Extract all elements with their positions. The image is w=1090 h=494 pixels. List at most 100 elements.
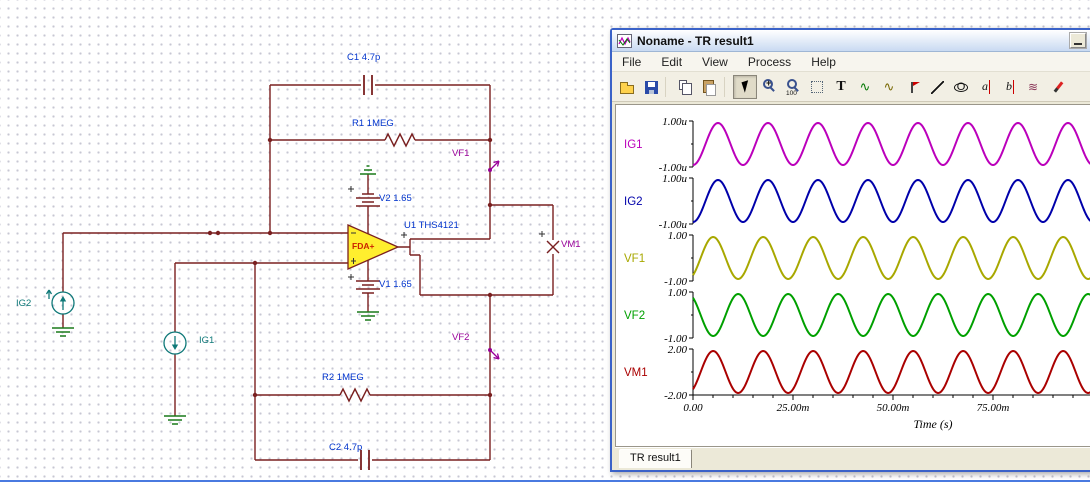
signal-label-VF1[interactable]: VF1	[624, 253, 645, 265]
marker-button[interactable]	[901, 75, 925, 99]
signal-label-IG1[interactable]: IG1	[624, 139, 643, 151]
label-ig2[interactable]: IG2	[16, 299, 31, 309]
menu-view[interactable]: View	[692, 53, 738, 71]
cursor-a-glyph: a	[982, 79, 988, 93]
window-icon	[617, 33, 632, 48]
label-v2[interactable]: V2 1.65	[379, 194, 412, 204]
tabbar: TR result1	[615, 447, 1090, 470]
trace-VM1[interactable]	[692, 350, 1090, 394]
label-u1[interactable]: U1 THS4121	[404, 221, 459, 231]
current-source-ig1[interactable]	[163, 331, 187, 355]
menubar: File Edit View Process Help	[612, 52, 1090, 72]
label-r2[interactable]: R2 1MEG	[322, 373, 364, 383]
line-tool-button[interactable]	[925, 75, 949, 99]
plot-panel: 1.00u -1.00u IG1 1.00u -1.00u IG2 1.00 -1.00 VF1…	[615, 104, 1090, 447]
ellipse-tool-icon	[954, 82, 968, 92]
tab-label: TR result1	[630, 452, 681, 464]
label-r1[interactable]: R1 1MEG	[352, 119, 394, 129]
label-vf1[interactable]: VF1	[452, 149, 469, 159]
waveform-plot: 1.00u-1.00uIG11.00u-1.00uIG21.00-1.00VF1…	[624, 116, 1090, 431]
trace-VF2[interactable]	[692, 293, 1090, 337]
select-cursor-button[interactable]	[733, 74, 757, 99]
signal-label-VF2[interactable]: VF2	[624, 310, 645, 322]
select-cursor-icon	[741, 79, 752, 93]
label-c2[interactable]: C2 4.7p	[329, 443, 362, 453]
circuit-drawing	[45, 75, 560, 470]
cursor-b-glyph: b	[1006, 79, 1012, 93]
zoom-in-button[interactable]: +	[757, 75, 781, 99]
pen-icon	[1053, 80, 1064, 93]
marker-icon	[911, 81, 920, 93]
ytick-top-VM1: 2.00	[668, 344, 688, 356]
minimize-button[interactable]	[1070, 33, 1086, 48]
menu-edit[interactable]: Edit	[651, 53, 692, 71]
label-fda[interactable]: FDA+	[352, 242, 374, 251]
label-ig1[interactable]: IG1	[199, 336, 214, 346]
open-button[interactable]	[615, 75, 639, 99]
minimize-icon	[1074, 43, 1082, 45]
ytick-bottom-VM1: -2.00	[664, 390, 687, 402]
cursor-a-button[interactable]: a	[973, 75, 997, 99]
trace-IG1[interactable]	[692, 122, 1090, 166]
text-tool-glyph: T	[836, 78, 846, 94]
window-title: Noname - TR result1	[637, 33, 754, 48]
copy-icon	[679, 79, 692, 95]
save-icon	[645, 80, 658, 94]
ytick-top-VF1: 1.00	[668, 230, 688, 242]
zoom-100-button[interactable]: 100	[781, 75, 805, 99]
label-v1[interactable]: V1 1.65	[379, 280, 412, 290]
line-tool-icon	[931, 80, 944, 94]
ytick-top-IG2: 1.00u	[662, 173, 687, 185]
xtick-75.00m: 75.00m	[977, 402, 1010, 414]
cursor-b-button[interactable]: b	[997, 75, 1021, 99]
cursor-a-icon	[989, 79, 990, 94]
save-button[interactable]	[639, 75, 663, 99]
signal-label-VM1[interactable]: VM1	[624, 367, 648, 379]
battery-v2[interactable]	[356, 193, 380, 207]
current-source-ig2[interactable]	[45, 289, 75, 315]
label-vm1[interactable]: VM1	[561, 240, 581, 250]
interval-button[interactable]	[805, 75, 829, 99]
trace-VF1[interactable]	[692, 236, 1090, 280]
x-axis-label: Time (s)	[914, 417, 953, 431]
xtick-50.00m: 50.00m	[877, 402, 910, 414]
capacitor-plates[interactable]	[360, 75, 373, 470]
result-window: Noname - TR result1 File Edit View Process H…	[610, 28, 1090, 472]
paste-icon	[703, 79, 716, 96]
text-tool-button[interactable]: T	[829, 75, 853, 99]
toolbar-separator	[665, 76, 672, 97]
open-icon	[620, 81, 634, 94]
menu-process[interactable]: Process	[738, 53, 801, 71]
annotate-button[interactable]: ≋	[1021, 75, 1045, 99]
paste-button[interactable]	[698, 75, 722, 99]
ytick-top-IG1: 1.00u	[662, 116, 687, 128]
tab-tr-result1[interactable]: TR result1	[619, 449, 692, 468]
xtick-0.00: 0.00	[683, 402, 703, 414]
signal-edit-glyph: ∿	[859, 78, 871, 94]
annotate-glyph: ≋	[1027, 79, 1039, 94]
toolbar-separator	[724, 76, 731, 97]
ground-symbols[interactable]	[52, 165, 379, 425]
wires[interactable]	[62, 84, 554, 461]
ytick-top-VF2: 1.00	[668, 287, 688, 299]
cursor-b-icon	[1013, 79, 1014, 94]
titlebar[interactable]: Noname - TR result1	[612, 30, 1090, 52]
interval-icon	[811, 80, 823, 93]
signal-edit-button[interactable]: ∿	[853, 75, 877, 99]
battery-v1[interactable]	[356, 280, 380, 294]
pen-button[interactable]	[1045, 75, 1069, 99]
xtick-25.00m: 25.00m	[777, 402, 810, 414]
menu-file[interactable]: File	[612, 53, 651, 71]
editor-frame-line	[0, 480, 1090, 482]
menu-help[interactable]: Help	[801, 53, 846, 71]
signal-label-IG2[interactable]: IG2	[624, 196, 643, 208]
zoom-in-icon	[763, 78, 773, 89]
copy-button[interactable]	[674, 75, 698, 99]
label-c1[interactable]: C1 4.7p	[347, 53, 380, 63]
signal-shift-button[interactable]: ∿	[877, 75, 901, 99]
trace-IG2[interactable]	[692, 179, 1090, 223]
label-vf2[interactable]: VF2	[452, 333, 469, 343]
voltmeter-vm1[interactable]	[546, 240, 560, 254]
ellipse-tool-button[interactable]: O	[949, 75, 973, 99]
polarity-marks	[348, 186, 545, 280]
